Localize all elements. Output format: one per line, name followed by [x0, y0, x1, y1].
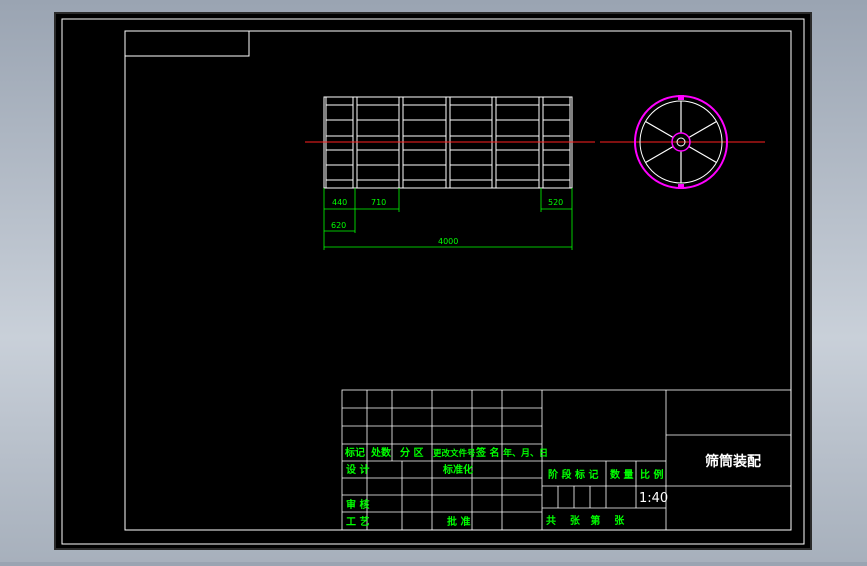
label-stage-mark: 阶 段 标 记	[548, 468, 598, 481]
label-zone: 分 区	[400, 446, 423, 459]
label-date: 年、月、日	[503, 447, 548, 459]
scale-value: 1:40	[639, 491, 668, 506]
label-process: 工 艺	[346, 515, 369, 528]
label-sheets: 共 张 第 张	[546, 514, 625, 527]
drawing-title: 筛筒装配	[705, 453, 761, 470]
label-approve: 批 准	[447, 515, 470, 528]
label-standardize: 标准化	[442, 463, 473, 476]
label-sign: 签 名	[475, 446, 499, 459]
label-ratio: 比 例	[640, 468, 663, 481]
drawing-canvas[interactable]: 440 710 520 620 4000 标记 处数 分 区 更改文件号 签 名…	[0, 0, 867, 562]
label-design: 设 计	[346, 463, 369, 476]
label-review: 审 核	[346, 498, 369, 511]
viewport	[54, 12, 812, 550]
dim-620: 620	[331, 221, 346, 230]
label-change-doc: 更改文件号	[433, 448, 476, 459]
dim-440: 440	[332, 198, 347, 207]
cad-window: 440 710 520 620 4000 标记 处数 分 区 更改文件号 签 名…	[0, 0, 867, 562]
dim-710: 710	[371, 198, 386, 207]
dim-4000: 4000	[438, 237, 458, 246]
label-count: 处数	[370, 446, 392, 459]
label-weight: 数 量	[610, 468, 633, 481]
dim-520: 520	[548, 198, 563, 207]
label-mark: 标记	[344, 446, 365, 459]
